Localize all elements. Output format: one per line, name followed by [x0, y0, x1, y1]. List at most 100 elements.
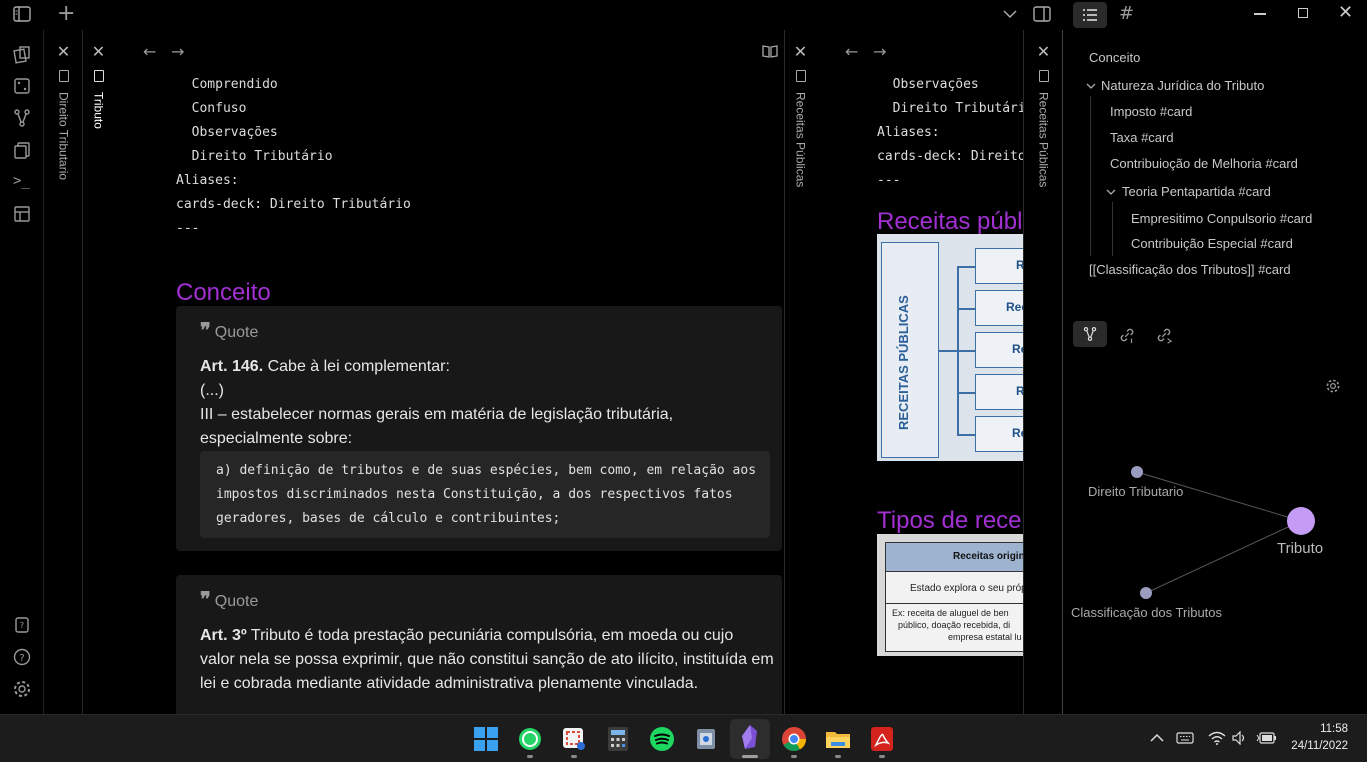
note-pane-tributo: ← → Comprendido Confuso Observações Dire…: [113, 30, 785, 714]
acrobat-icon[interactable]: [870, 726, 894, 752]
forward-arrow-icon[interactable]: →: [171, 42, 184, 61]
switcher-icon[interactable]: [12, 44, 32, 64]
chevron-down-icon[interactable]: [1003, 9, 1017, 19]
outline-item[interactable]: Contribuição Especial #card: [1131, 236, 1293, 251]
running-indicator: [835, 755, 841, 758]
forward-arrow-icon[interactable]: →: [873, 42, 886, 61]
minimize-icon[interactable]: [1254, 13, 1266, 15]
tab-spine-direito-tributario[interactable]: ✕ Direito Tributario: [45, 30, 83, 714]
outgoing-links-icon[interactable]: [1155, 326, 1173, 344]
callout-title: ❞ Quote: [200, 318, 259, 342]
yaml-line: Comprendido: [176, 77, 278, 92]
reading-mode-icon[interactable]: [762, 44, 778, 58]
quote-callout: ❞ Quote Art. 146. Cabe à lei complementar…: [176, 306, 782, 551]
outline-item[interactable]: Teoria Pentapartida #card: [1122, 184, 1271, 199]
spotify-icon[interactable]: [649, 726, 675, 752]
obsidian-taskbar-button[interactable]: [730, 719, 770, 759]
clock-date[interactable]: 24/11/2022: [1280, 740, 1348, 752]
quote-icon: ❞: [200, 318, 211, 342]
yaml-line: Direito Tributário: [877, 101, 1024, 116]
settings-icon[interactable]: [12, 679, 32, 699]
whatsapp-icon[interactable]: [517, 726, 543, 752]
callout-text: (...): [200, 382, 224, 399]
file-icon: [93, 70, 104, 82]
receitas-table-image: Receitas originá Estado explora o seu pr…: [877, 534, 1023, 656]
backlinks-icon[interactable]: [1118, 326, 1136, 344]
graph-node-classificacao[interactable]: [1140, 587, 1152, 599]
maximize-icon[interactable]: [1298, 8, 1308, 18]
close-tab-icon[interactable]: ✕: [84, 42, 113, 61]
table-header: Receitas originá: [885, 542, 1023, 572]
clock-time[interactable]: 11:58: [1290, 723, 1348, 735]
callout-title: ❞ Quote: [200, 587, 259, 611]
title-bar: + # ✕: [0, 0, 1367, 30]
chevron-up-icon[interactable]: [1150, 733, 1164, 743]
graph-node-direito-tributario[interactable]: [1131, 466, 1143, 478]
outline-item[interactable]: Natureza Jurídica do Tributo: [1101, 78, 1264, 93]
new-tab-icon[interactable]: +: [57, 1, 75, 26]
graph-node-tributo[interactable]: [1287, 507, 1315, 535]
collapse-chevron-icon[interactable]: [1086, 82, 1096, 90]
list-icon: [1083, 9, 1097, 21]
random-note-icon[interactable]: [12, 76, 32, 96]
battery-icon[interactable]: [1256, 731, 1276, 745]
callout-text: lei e cobrada mediante atividade adminis…: [200, 675, 699, 692]
graph-view-icon[interactable]: [12, 108, 32, 128]
tags-icon[interactable]: #: [1119, 3, 1134, 24]
callout-text: especialmente sobre:: [200, 430, 353, 447]
copy-icon[interactable]: [12, 140, 32, 160]
back-arrow-icon[interactable]: ←: [845, 42, 858, 61]
tab-spine-receitas-publicas-2[interactable]: ✕ Receitas Públicas: [1025, 30, 1063, 714]
help-icon[interactable]: ?: [12, 647, 32, 667]
right-sidebar-toggle-icon[interactable]: [1033, 6, 1051, 22]
calculator-icon[interactable]: [606, 726, 630, 752]
running-indicator: [571, 755, 577, 758]
vault-switch-icon[interactable]: ?: [12, 615, 32, 635]
yaml-line: Aliases:: [877, 125, 940, 140]
app-icon[interactable]: [693, 726, 719, 752]
sidebar-toggle-icon[interactable]: [13, 6, 31, 22]
receitas-diagram-image: RECEITAS PÚBLICAS R Rec Re R Re: [877, 234, 1023, 461]
outline-item[interactable]: Imposto #card: [1110, 104, 1192, 119]
graph-icon: [1083, 327, 1097, 341]
spine-title: Direito Tributario: [56, 92, 71, 181]
snipping-tool-icon[interactable]: [561, 726, 587, 752]
keyboard-icon[interactable]: [1176, 731, 1194, 745]
diagram-label: RECEITAS PÚBLICAS: [896, 295, 911, 430]
yaml-line: Observações: [877, 77, 979, 92]
diagram-box: R: [975, 248, 1023, 284]
outline-item[interactable]: Taxa #card: [1110, 130, 1174, 145]
spine-title: Receitas Públicas: [1036, 92, 1051, 188]
chrome-icon[interactable]: [781, 726, 807, 752]
outline-item[interactable]: [[Classificação dos Tributos]] #card: [1089, 262, 1291, 277]
volume-icon[interactable]: [1232, 731, 1248, 745]
windows-start-icon[interactable]: [474, 727, 498, 751]
back-arrow-icon[interactable]: ←: [143, 42, 156, 61]
file-icon: [58, 70, 69, 82]
heading-tipos-de-receitas: Tipos de receitas: [877, 507, 1023, 534]
outline-tab[interactable]: [1073, 2, 1107, 28]
outline-item[interactable]: Empresitimo Conpulsorio #card: [1131, 211, 1312, 226]
tab-spine-receitas-publicas[interactable]: ✕ Receitas Públicas: [786, 30, 815, 714]
obsidian-icon: [742, 725, 757, 749]
close-tab-icon[interactable]: ✕: [45, 42, 82, 61]
local-graph-tab[interactable]: [1073, 321, 1107, 347]
graph-settings-icon[interactable]: [1325, 378, 1341, 394]
yaml-line: Confuso: [176, 101, 247, 116]
file-icon: [795, 70, 806, 82]
outline-item[interactable]: Contribuioção de Melhoria #card: [1110, 156, 1298, 171]
close-tab-icon[interactable]: ✕: [1025, 42, 1062, 61]
outline-item[interactable]: Conceito: [1089, 50, 1140, 65]
table-cell: Estado explora o seu próp: [885, 572, 1023, 604]
tab-spine-tributo[interactable]: ✕ Tributo: [84, 30, 113, 714]
wifi-icon[interactable]: [1208, 731, 1226, 745]
heading-conceito: Conceito: [176, 279, 271, 306]
terminal-icon[interactable]: >_: [13, 173, 30, 189]
file-explorer-icon[interactable]: [825, 726, 851, 752]
collapse-chevron-icon[interactable]: [1106, 188, 1116, 196]
close-window-icon[interactable]: ✕: [1338, 2, 1353, 23]
template-icon[interactable]: [12, 204, 32, 224]
graph-node-label: Classificação dos Tributos: [1071, 605, 1223, 620]
yaml-line: Aliases:: [176, 173, 239, 188]
close-tab-icon[interactable]: ✕: [786, 42, 815, 61]
